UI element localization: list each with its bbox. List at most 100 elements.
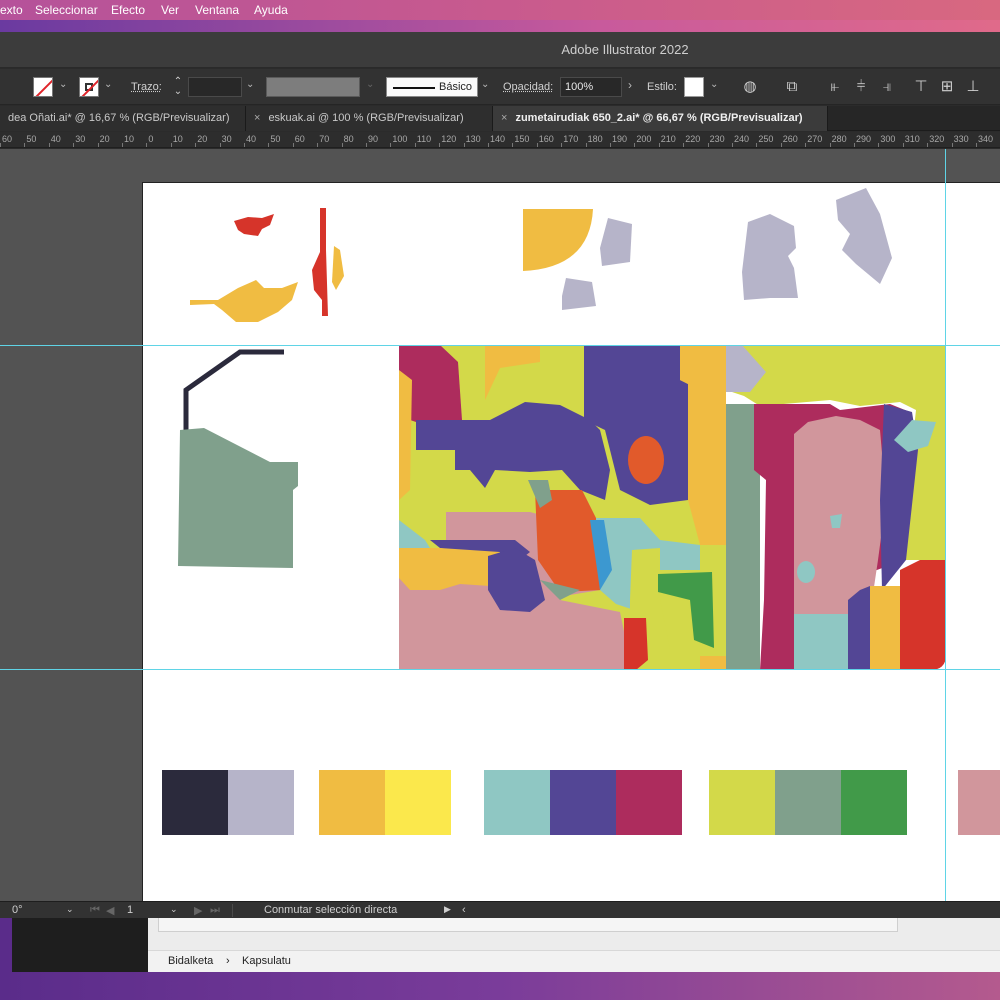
menu-texto[interactable]: exto	[0, 3, 23, 17]
ruler-tick-mark	[97, 143, 99, 147]
chevron-down-icon[interactable]: ⌄	[481, 79, 489, 90]
ruler-tick-label: 40	[246, 134, 257, 144]
palette-swatch[interactable]	[841, 770, 907, 835]
tab-label: zumetairudiak 650_2.ai* @ 66,67 % (RGB/P…	[515, 112, 803, 124]
ruler-tick-mark	[854, 143, 855, 147]
ruler-tick-mark	[268, 143, 270, 147]
desktop-strip	[0, 20, 1000, 32]
ruler-tick-mark	[536, 143, 538, 147]
ruler-tick-label: 290	[856, 134, 872, 144]
ruler-tick-label: 220	[685, 134, 701, 144]
ruler-tick-mark	[195, 143, 197, 147]
stroke-label[interactable]: Trazo:	[131, 81, 162, 93]
guide-horizontal[interactable]	[0, 669, 1000, 670]
main-illustration	[399, 345, 946, 670]
tab-dea-onati[interactable]: dea Oñati.ai* @ 16,67 % (RGB/Previsualiz…	[0, 106, 246, 131]
ruler-tick-mark	[878, 143, 880, 147]
palette-swatch[interactable]	[550, 770, 616, 835]
close-icon[interactable]: ×	[501, 112, 507, 124]
palette-swatch[interactable]	[616, 770, 682, 835]
rotation-value[interactable]: 0°	[12, 904, 23, 916]
fill-none-swatch[interactable]	[33, 77, 53, 97]
recolor-artwork-icon[interactable]: ◍	[740, 77, 760, 97]
chevron-right-icon[interactable]: ▶	[444, 904, 451, 915]
ruler-tick-label: 310	[904, 134, 920, 144]
ruler-tick-mark	[488, 143, 489, 147]
palette-swatch[interactable]	[319, 770, 385, 835]
menu-ayuda[interactable]: Ayuda	[254, 3, 288, 17]
ruler-tick-mark	[512, 143, 514, 147]
ruler-tick-mark	[780, 143, 782, 147]
guide-horizontal[interactable]	[0, 345, 1000, 346]
opacity-input[interactable]: 100%	[560, 77, 622, 97]
chevron-down-icon[interactable]: ⌄	[246, 79, 254, 90]
ruler-tick-mark	[951, 143, 953, 147]
stroke-weight-input[interactable]	[188, 77, 242, 97]
ruler-tick-mark	[48, 143, 50, 147]
close-icon[interactable]: ×	[254, 112, 260, 124]
yellow-tri-shape	[332, 246, 344, 290]
menu-seleccionar[interactable]: Seleccionar	[35, 3, 98, 17]
ruler-tick-mark	[170, 143, 172, 147]
palette-swatch[interactable]	[162, 770, 228, 835]
ruler-tick-label: 90	[368, 134, 379, 144]
path-item-kapsulatu[interactable]: Kapsulatu	[242, 955, 291, 967]
align-to-icon[interactable]: ⧉	[782, 77, 802, 97]
tab-zumetairudiak[interactable]: × zumetairudiak 650_2.ai* @ 66,67 % (RGB/…	[493, 106, 828, 131]
stroke-none-swatch[interactable]	[79, 77, 99, 97]
artwork[interactable]	[0, 149, 1000, 901]
chevron-down-icon[interactable]: ⌄	[170, 904, 178, 915]
align-bottom-icon[interactable]: ⊥	[963, 77, 983, 97]
opacity-label[interactable]: Opacidad:	[503, 81, 553, 93]
lilac-shape-2	[562, 278, 596, 310]
ruler-tick-label: 70	[319, 134, 330, 144]
canvas-workspace[interactable]	[0, 149, 1000, 901]
ruler-tick-label: 170	[563, 134, 579, 144]
path-item-bidalketa[interactable]: Bidalketa	[168, 955, 213, 967]
ruler-tick-mark	[244, 143, 245, 147]
palette-swatch[interactable]	[484, 770, 550, 835]
menu-ventana[interactable]: Ventana	[195, 3, 239, 17]
guide-vertical[interactable]	[945, 149, 946, 901]
first-artboard-icon: ⏮	[90, 904, 100, 916]
ruler-tick-label: 30	[221, 134, 232, 144]
variable-width-profile[interactable]	[266, 77, 360, 97]
artboard-number[interactable]: 1	[127, 904, 133, 916]
scroll-left-icon[interactable]: ‹	[462, 904, 466, 916]
palette-swatch[interactable]	[385, 770, 451, 835]
brush-definition[interactable]: Básico	[386, 77, 478, 97]
align-center-icon[interactable]: ⫩	[851, 77, 871, 97]
chevron-down-icon[interactable]: ⌄	[66, 904, 74, 915]
ruler-tick-mark	[561, 143, 563, 147]
ruler-tick-mark	[976, 143, 977, 147]
chevron-right-icon[interactable]: ›	[628, 78, 632, 92]
chevron-down-icon[interactable]: ⌄	[104, 79, 112, 90]
previous-artboard-icon: ◀	[106, 905, 115, 917]
ruler-tick-label: 60	[294, 134, 305, 144]
palette-swatch[interactable]	[228, 770, 294, 835]
graphic-style-swatch[interactable]	[684, 77, 704, 97]
menu-efecto[interactable]: Efecto	[111, 3, 145, 17]
align-left-icon[interactable]: ⫦	[825, 77, 845, 97]
style-label: Estilo:	[647, 81, 677, 93]
chevron-down-icon[interactable]: ⌄	[710, 79, 718, 90]
horizontal-ruler[interactable]: 60 50 40 30 20 10 0 10 20 30 40 50 60 70 80 90 100 110 120…	[0, 132, 1000, 148]
yellow-quarter-shape	[523, 209, 593, 271]
ruler-tick-label: 80	[343, 134, 354, 144]
ruler-tick-mark	[658, 143, 660, 147]
palette-swatch[interactable]	[958, 770, 1000, 835]
lilac-shape-1	[600, 218, 632, 266]
palette-swatch[interactable]	[709, 770, 775, 835]
align-right-icon[interactable]: ⫣	[877, 77, 897, 97]
tab-eskuak[interactable]: × eskuak.ai @ 100 % (RGB/Previsualizar)	[246, 106, 493, 131]
ruler-tick-label: 180	[587, 134, 603, 144]
stepper-icon[interactable]: ⌃ ⌄	[168, 77, 188, 97]
align-middle-icon[interactable]: ⊞	[937, 77, 957, 97]
palette-swatch[interactable]	[775, 770, 841, 835]
app-title-bar: Adobe Illustrator 2022	[0, 32, 1000, 68]
align-top-icon[interactable]: ⊤	[911, 77, 931, 97]
chevron-down-icon[interactable]: ⌄	[59, 79, 67, 90]
menu-ver[interactable]: Ver	[161, 3, 179, 17]
last-artboard-icon: ⏭	[210, 904, 220, 916]
ruler-tick-label: 60	[2, 134, 13, 144]
